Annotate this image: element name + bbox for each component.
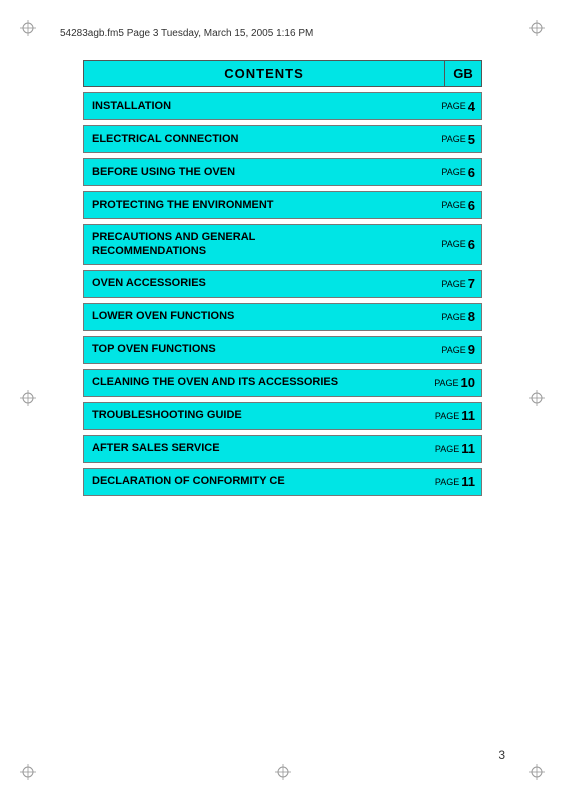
toc-row: TOP OVEN FUNCTIONSPAGE9 bbox=[83, 336, 482, 364]
toc-page: PAGE6 bbox=[435, 160, 481, 185]
toc-row: PRECAUTIONS AND GENERAL RECOMMENDATIONSP… bbox=[83, 224, 482, 265]
toc-page: PAGE11 bbox=[429, 469, 481, 494]
corner-mark-ml bbox=[20, 390, 36, 406]
file-info-text: 54283agb.fm5 Page 3 Tuesday, March 15, 2… bbox=[60, 28, 313, 39]
corner-mark-tl bbox=[20, 20, 36, 36]
toc-row: AFTER SALES SERVICEPAGE11 bbox=[83, 435, 482, 463]
toc-page: PAGE9 bbox=[435, 337, 481, 362]
toc-page: PAGE6 bbox=[435, 193, 481, 218]
corner-mark-bl bbox=[20, 764, 36, 780]
toc-row: LOWER OVEN FUNCTIONSPAGE8 bbox=[83, 303, 482, 331]
corner-mark-bc bbox=[275, 764, 291, 780]
toc-label: PRECAUTIONS AND GENERAL RECOMMENDATIONS bbox=[84, 225, 435, 264]
page: 54283agb.fm5 Page 3 Tuesday, March 15, 2… bbox=[0, 0, 565, 800]
toc-page: PAGE6 bbox=[435, 232, 481, 257]
toc-label: OVEN ACCESSORIES bbox=[84, 271, 435, 295]
corner-mark-tr bbox=[529, 20, 545, 36]
corner-mark-mr bbox=[529, 390, 545, 406]
toc-row: CLEANING THE OVEN AND ITS ACCESSORIESPAG… bbox=[83, 369, 482, 397]
toc-row: ELECTRICAL CONNECTIONPAGE5 bbox=[83, 125, 482, 153]
header-info: 54283agb.fm5 Page 3 Tuesday, March 15, 2… bbox=[60, 28, 505, 39]
gb-label: GB bbox=[444, 60, 482, 87]
toc-label: TOP OVEN FUNCTIONS bbox=[84, 337, 435, 361]
toc-row: DECLARATION OF CONFORMITY CEPAGE11 bbox=[83, 468, 482, 496]
toc-page: PAGE10 bbox=[428, 370, 481, 395]
toc-label: INSTALLATION bbox=[84, 94, 435, 118]
page-number: 3 bbox=[498, 748, 505, 762]
toc-row: INSTALLATIONPAGE4 bbox=[83, 92, 482, 120]
title-row: CONTENTS GB bbox=[83, 60, 482, 87]
toc-row: TROUBLESHOOTING GUIDEPAGE11 bbox=[83, 402, 482, 430]
toc-label: AFTER SALES SERVICE bbox=[84, 436, 429, 460]
toc-page: PAGE11 bbox=[429, 436, 481, 461]
toc-page: PAGE7 bbox=[435, 271, 481, 296]
contents-title: CONTENTS bbox=[83, 60, 444, 87]
toc-label: ELECTRICAL CONNECTION bbox=[84, 127, 435, 151]
toc-page: PAGE8 bbox=[435, 304, 481, 329]
corner-mark-br bbox=[529, 764, 545, 780]
toc-label: TROUBLESHOOTING GUIDE bbox=[84, 403, 429, 427]
toc-page: PAGE4 bbox=[435, 94, 481, 119]
toc-label: CLEANING THE OVEN AND ITS ACCESSORIES bbox=[84, 370, 428, 394]
toc-row: PROTECTING THE ENVIRONMENTPAGE6 bbox=[83, 191, 482, 219]
toc-page: PAGE11 bbox=[429, 403, 481, 428]
toc-label: LOWER OVEN FUNCTIONS bbox=[84, 304, 435, 328]
toc-container: CONTENTS GB INSTALLATIONPAGE4ELECTRICAL … bbox=[83, 60, 482, 496]
toc-page: PAGE5 bbox=[435, 127, 481, 152]
toc-row: OVEN ACCESSORIESPAGE7 bbox=[83, 270, 482, 298]
toc-label: DECLARATION OF CONFORMITY CE bbox=[84, 469, 429, 493]
toc-label: PROTECTING THE ENVIRONMENT bbox=[84, 193, 435, 217]
toc-label: BEFORE USING THE OVEN bbox=[84, 160, 435, 184]
toc-list: INSTALLATIONPAGE4ELECTRICAL CONNECTIONPA… bbox=[83, 92, 482, 496]
toc-row: BEFORE USING THE OVENPAGE6 bbox=[83, 158, 482, 186]
